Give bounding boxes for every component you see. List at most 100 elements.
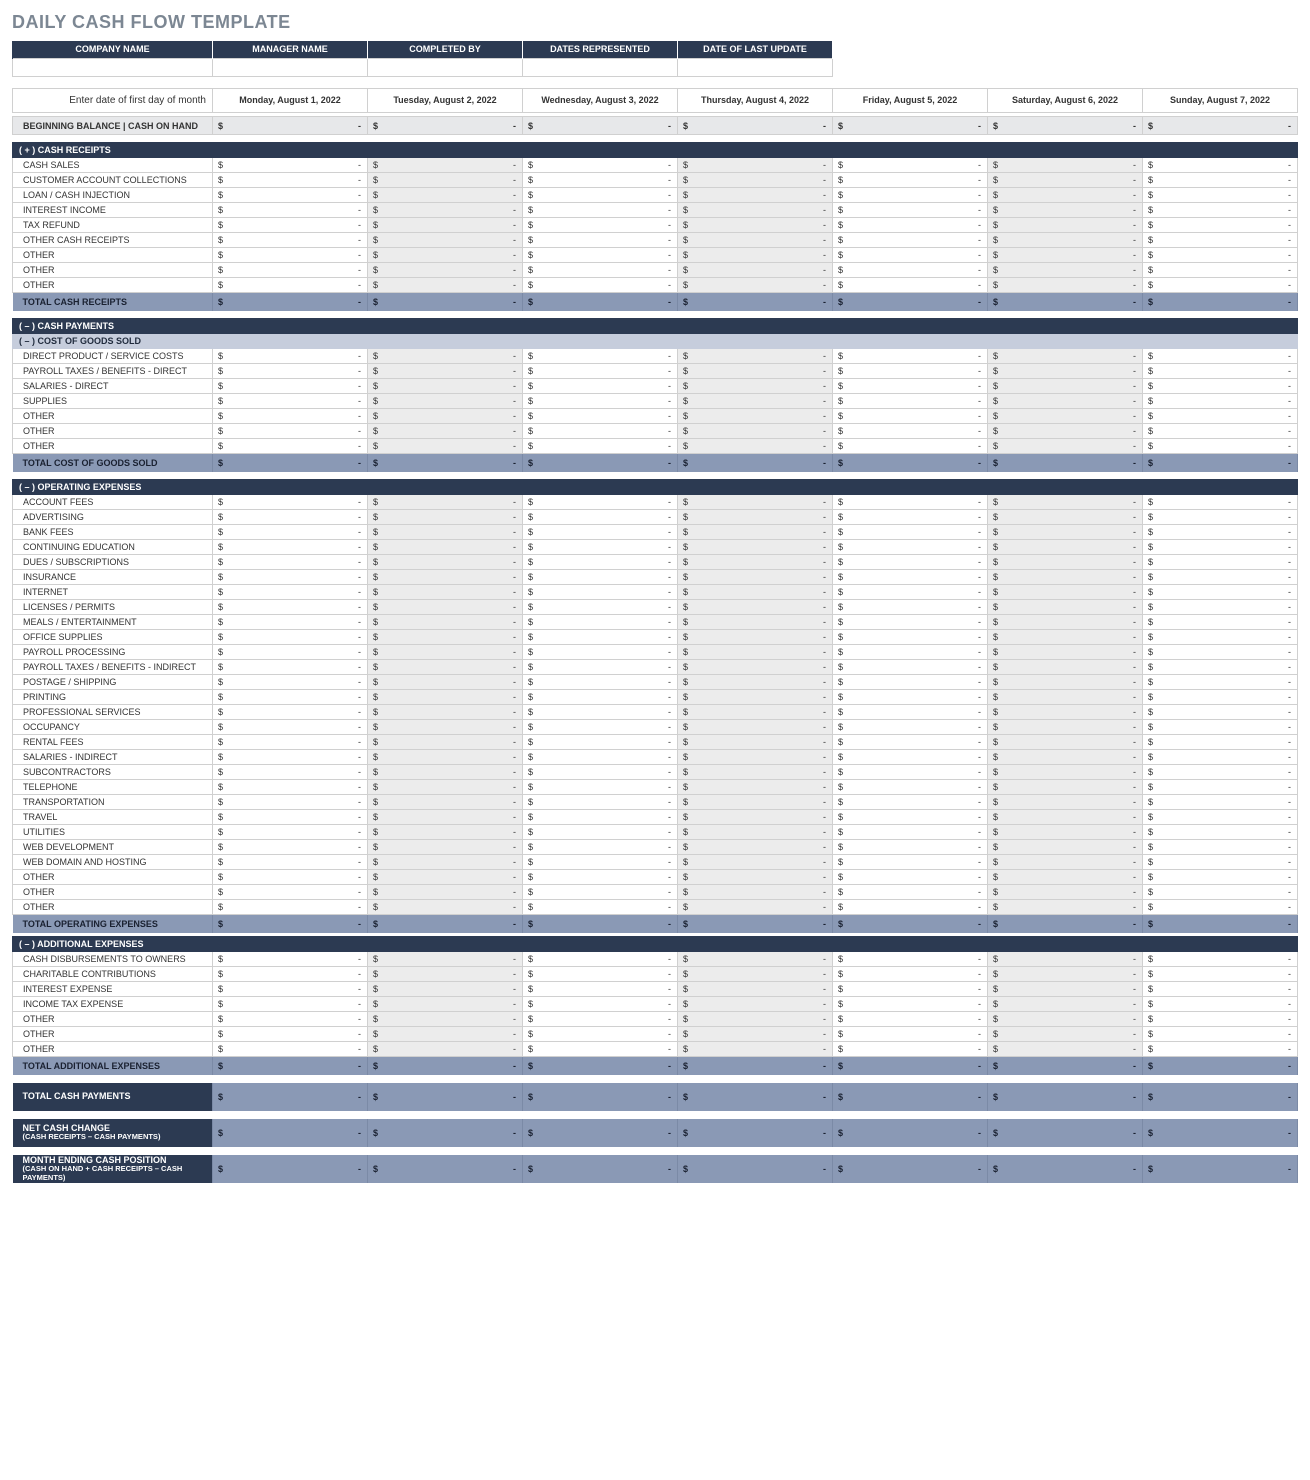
amount-cell[interactable]: $- <box>678 885 833 900</box>
amount-cell[interactable]: $- <box>988 660 1143 675</box>
amount-cell[interactable]: $- <box>213 1012 368 1027</box>
amount-cell[interactable]: $- <box>213 810 368 825</box>
amount-cell[interactable]: $- <box>523 795 678 810</box>
amount-cell[interactable]: $- <box>523 997 678 1012</box>
amount-cell[interactable]: $- <box>833 278 988 293</box>
amount-cell[interactable]: $- <box>833 1057 988 1075</box>
amount-cell[interactable]: $- <box>523 952 678 967</box>
amount-cell[interactable]: $- <box>523 203 678 218</box>
amount-cell[interactable]: $- <box>1143 795 1298 810</box>
amount-cell[interactable]: $- <box>678 735 833 750</box>
amount-cell[interactable]: $- <box>1143 870 1298 885</box>
amount-cell[interactable]: $- <box>988 293 1143 311</box>
amount-cell[interactable]: $- <box>678 675 833 690</box>
date-cell[interactable]: Saturday, August 6, 2022 <box>988 88 1143 112</box>
info-input[interactable] <box>368 58 523 76</box>
amount-cell[interactable]: $- <box>368 690 523 705</box>
amount-cell[interactable]: $- <box>678 660 833 675</box>
amount-cell[interactable]: $- <box>833 915 988 933</box>
amount-cell[interactable]: $- <box>368 117 523 135</box>
amount-cell[interactable]: $- <box>523 735 678 750</box>
amount-cell[interactable]: $- <box>213 690 368 705</box>
amount-cell[interactable]: $- <box>833 780 988 795</box>
amount-cell[interactable]: $- <box>213 840 368 855</box>
amount-cell[interactable]: $- <box>988 394 1143 409</box>
amount-cell[interactable]: $- <box>678 263 833 278</box>
amount-cell[interactable]: $- <box>523 570 678 585</box>
amount-cell[interactable]: $- <box>213 570 368 585</box>
amount-cell[interactable]: $- <box>988 1083 1143 1111</box>
amount-cell[interactable]: $- <box>988 952 1143 967</box>
amount-cell[interactable]: $- <box>988 855 1143 870</box>
amount-cell[interactable]: $- <box>678 585 833 600</box>
amount-cell[interactable]: $- <box>1143 615 1298 630</box>
amount-cell[interactable]: $- <box>678 540 833 555</box>
amount-cell[interactable]: $- <box>213 454 368 472</box>
amount-cell[interactable]: $- <box>1143 233 1298 248</box>
amount-cell[interactable]: $- <box>523 690 678 705</box>
amount-cell[interactable]: $- <box>523 278 678 293</box>
amount-cell[interactable]: $- <box>988 915 1143 933</box>
amount-cell[interactable]: $- <box>833 720 988 735</box>
amount-cell[interactable]: $- <box>988 379 1143 394</box>
amount-cell[interactable]: $- <box>368 885 523 900</box>
amount-cell[interactable]: $- <box>1143 158 1298 173</box>
amount-cell[interactable]: $- <box>1143 454 1298 472</box>
amount-cell[interactable]: $- <box>678 780 833 795</box>
amount-cell[interactable]: $- <box>523 540 678 555</box>
amount-cell[interactable]: $- <box>1143 510 1298 525</box>
amount-cell[interactable]: $- <box>833 1027 988 1042</box>
amount-cell[interactable]: $- <box>833 690 988 705</box>
amount-cell[interactable]: $- <box>523 855 678 870</box>
amount-cell[interactable]: $- <box>368 424 523 439</box>
amount-cell[interactable]: $- <box>678 1057 833 1075</box>
amount-cell[interactable]: $- <box>1143 248 1298 263</box>
amount-cell[interactable]: $- <box>833 263 988 278</box>
amount-cell[interactable]: $- <box>988 540 1143 555</box>
amount-cell[interactable]: $- <box>678 525 833 540</box>
amount-cell[interactable]: $- <box>1143 555 1298 570</box>
amount-cell[interactable]: $- <box>1143 885 1298 900</box>
amount-cell[interactable]: $- <box>1143 188 1298 203</box>
amount-cell[interactable]: $- <box>368 870 523 885</box>
amount-cell[interactable]: $- <box>368 997 523 1012</box>
amount-cell[interactable]: $- <box>678 645 833 660</box>
amount-cell[interactable]: $- <box>523 263 678 278</box>
amount-cell[interactable]: $- <box>833 424 988 439</box>
amount-cell[interactable]: $- <box>368 952 523 967</box>
amount-cell[interactable]: $- <box>213 278 368 293</box>
amount-cell[interactable]: $- <box>523 379 678 394</box>
amount-cell[interactable]: $- <box>833 705 988 720</box>
amount-cell[interactable]: $- <box>678 158 833 173</box>
amount-cell[interactable]: $- <box>523 720 678 735</box>
amount-cell[interactable]: $- <box>1143 278 1298 293</box>
amount-cell[interactable]: $- <box>833 952 988 967</box>
amount-cell[interactable]: $- <box>988 1027 1143 1042</box>
amount-cell[interactable]: $- <box>988 1012 1143 1027</box>
amount-cell[interactable]: $- <box>368 454 523 472</box>
amount-cell[interactable]: $- <box>678 555 833 570</box>
amount-cell[interactable]: $- <box>678 1012 833 1027</box>
amount-cell[interactable]: $- <box>1143 293 1298 311</box>
amount-cell[interactable]: $- <box>523 705 678 720</box>
amount-cell[interactable]: $- <box>213 645 368 660</box>
amount-cell[interactable]: $- <box>678 600 833 615</box>
amount-cell[interactable]: $- <box>368 293 523 311</box>
amount-cell[interactable]: $- <box>213 117 368 135</box>
amount-cell[interactable]: $- <box>213 525 368 540</box>
amount-cell[interactable]: $- <box>1143 780 1298 795</box>
amount-cell[interactable]: $- <box>1143 585 1298 600</box>
amount-cell[interactable]: $- <box>213 439 368 454</box>
amount-cell[interactable]: $- <box>833 870 988 885</box>
amount-cell[interactable]: $- <box>1143 750 1298 765</box>
amount-cell[interactable]: $- <box>213 1119 368 1147</box>
amount-cell[interactable]: $- <box>833 1083 988 1111</box>
info-input[interactable] <box>213 58 368 76</box>
amount-cell[interactable]: $- <box>523 645 678 660</box>
amount-cell[interactable]: $- <box>988 982 1143 997</box>
amount-cell[interactable]: $- <box>833 765 988 780</box>
amount-cell[interactable]: $- <box>368 735 523 750</box>
amount-cell[interactable]: $- <box>523 173 678 188</box>
amount-cell[interactable]: $- <box>1143 967 1298 982</box>
amount-cell[interactable]: $- <box>523 1027 678 1042</box>
